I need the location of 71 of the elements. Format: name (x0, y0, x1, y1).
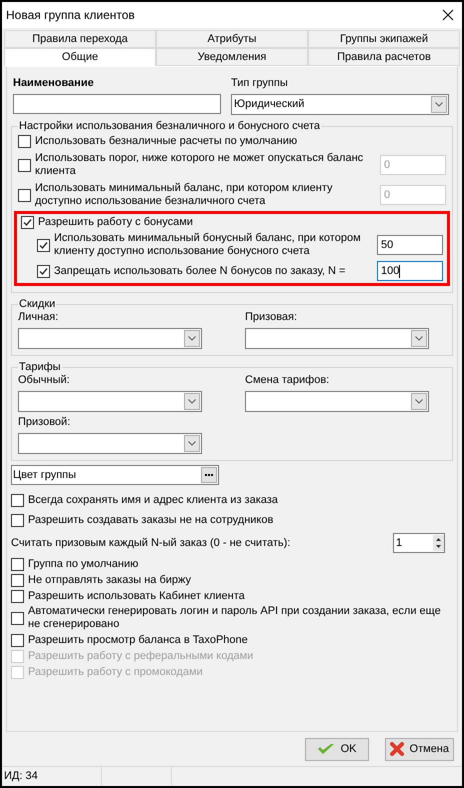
checkbox[interactable] (11, 612, 24, 624)
field-label: Обычный: (18, 374, 71, 387)
checkmark-icon (316, 743, 335, 755)
checkbox-label: Разрешить работу с реферальными кодами (28, 650, 254, 662)
checkbox-label: Автоматически генерировать логин и пароль API при создании заказа, если еще не сгенерировано (28, 605, 442, 631)
checkbox[interactable] (18, 135, 31, 148)
checkbox[interactable] (37, 238, 50, 252)
checkbox[interactable] (11, 574, 24, 586)
checkbox[interactable] (11, 558, 24, 570)
checkbox[interactable] (37, 264, 50, 278)
tab[interactable]: Группы экипажей (308, 30, 460, 48)
field-label: Личная: (18, 311, 60, 324)
tab[interactable]: Уведомления (156, 48, 308, 66)
ellipsis-icon[interactable] (201, 467, 217, 483)
checkbox-label: Использовать порог, ниже которого не может опускаться баланс клиента (34, 152, 364, 178)
input-field[interactable]: 100 (377, 261, 443, 281)
checkbox-label: Разрешить создавать заказы не на сотрудников (28, 514, 274, 526)
chevron-down-icon (411, 330, 427, 347)
checkbox-label: Использовать минимальный баланс, при котором клиенту доступно использование безналичного счета (34, 182, 334, 208)
checkbox-label: Группа по умолчанию (28, 558, 138, 570)
checkbox[interactable] (11, 590, 24, 602)
checkbox-label: Разрешить просмотр баланса в TaxoPhone (28, 634, 248, 646)
checkbox-label: Всегда сохранять имя и адрес клиента из заказа (28, 494, 278, 506)
group-title: Скидки (18, 297, 56, 311)
checkbox-label: Использовать безналичные расчеты по умолчанию (34, 135, 298, 148)
dropdown[interactable] (245, 391, 429, 412)
checkbox[interactable] (21, 216, 34, 229)
dropdown[interactable] (245, 328, 429, 349)
input-field[interactable]: 50 (377, 235, 443, 255)
checkbox[interactable] (11, 494, 24, 506)
dropdown[interactable] (18, 433, 202, 454)
close-icon[interactable] (442, 9, 454, 21)
field-label: Смена тарифов: (245, 374, 330, 387)
checkbox-label: Разрешить работу с промокодами (28, 666, 203, 678)
dropdown[interactable]: Юридический (231, 94, 449, 115)
checkbox[interactable] (11, 634, 24, 646)
checkbox[interactable] (18, 188, 31, 202)
tab[interactable]: Правила перехода (4, 30, 156, 48)
ok-button[interactable]: OK (304, 738, 369, 760)
checkbox-label: Разрешить работу с бонусами (38, 216, 193, 229)
cancel-button[interactable]: Отмена (384, 738, 454, 760)
color-field[interactable]: Цвет группы (11, 465, 219, 485)
checkbox[interactable] (11, 514, 24, 526)
status-text: ИД: 34 (2, 767, 102, 786)
chevron-down-icon (431, 96, 447, 113)
field-label: Наименование (13, 77, 95, 90)
checkbox-label: Использовать минимальный бонусный баланс, при котором клиенту доступно использование бонусного счета (53, 232, 362, 258)
chevron-down-icon (184, 330, 200, 347)
chevron-down-icon (184, 393, 200, 410)
checkbox-label: Разрешить использовать Кабинет клиента (28, 590, 245, 602)
tab[interactable]: Правила расчетов (308, 48, 460, 66)
dropdown[interactable] (18, 391, 202, 412)
window-title: Новая группа клиентов (6, 8, 135, 22)
checkbox-label: Не отправлять заказы на биржу (28, 574, 192, 586)
checkbox[interactable] (18, 158, 31, 172)
spinner-label: Считать призовым каждый N-ый заказ (0 - не считать): (11, 536, 290, 550)
input-field[interactable] (13, 94, 221, 114)
dropdown[interactable] (18, 328, 202, 349)
chevron-down-icon (184, 435, 200, 452)
group-title: Тарифы (18, 360, 62, 374)
tab[interactable]: Атрибуты (156, 30, 308, 48)
field-label: Призовой: (18, 416, 72, 429)
checkbox-label: Запрещать использовать более N бонусов по заказу, N = (53, 264, 346, 278)
cross-icon (390, 742, 404, 756)
number-spinner[interactable]: 1 (393, 533, 445, 553)
up-down-arrows-icon[interactable] (433, 535, 444, 551)
group-title: Настройки использования безналичного и бонусного счета (18, 119, 322, 133)
chevron-down-icon (411, 393, 427, 410)
field-label: Призовая: (245, 311, 298, 324)
field-label: Тип группы (231, 77, 289, 90)
tab[interactable]: Общие (4, 48, 156, 66)
